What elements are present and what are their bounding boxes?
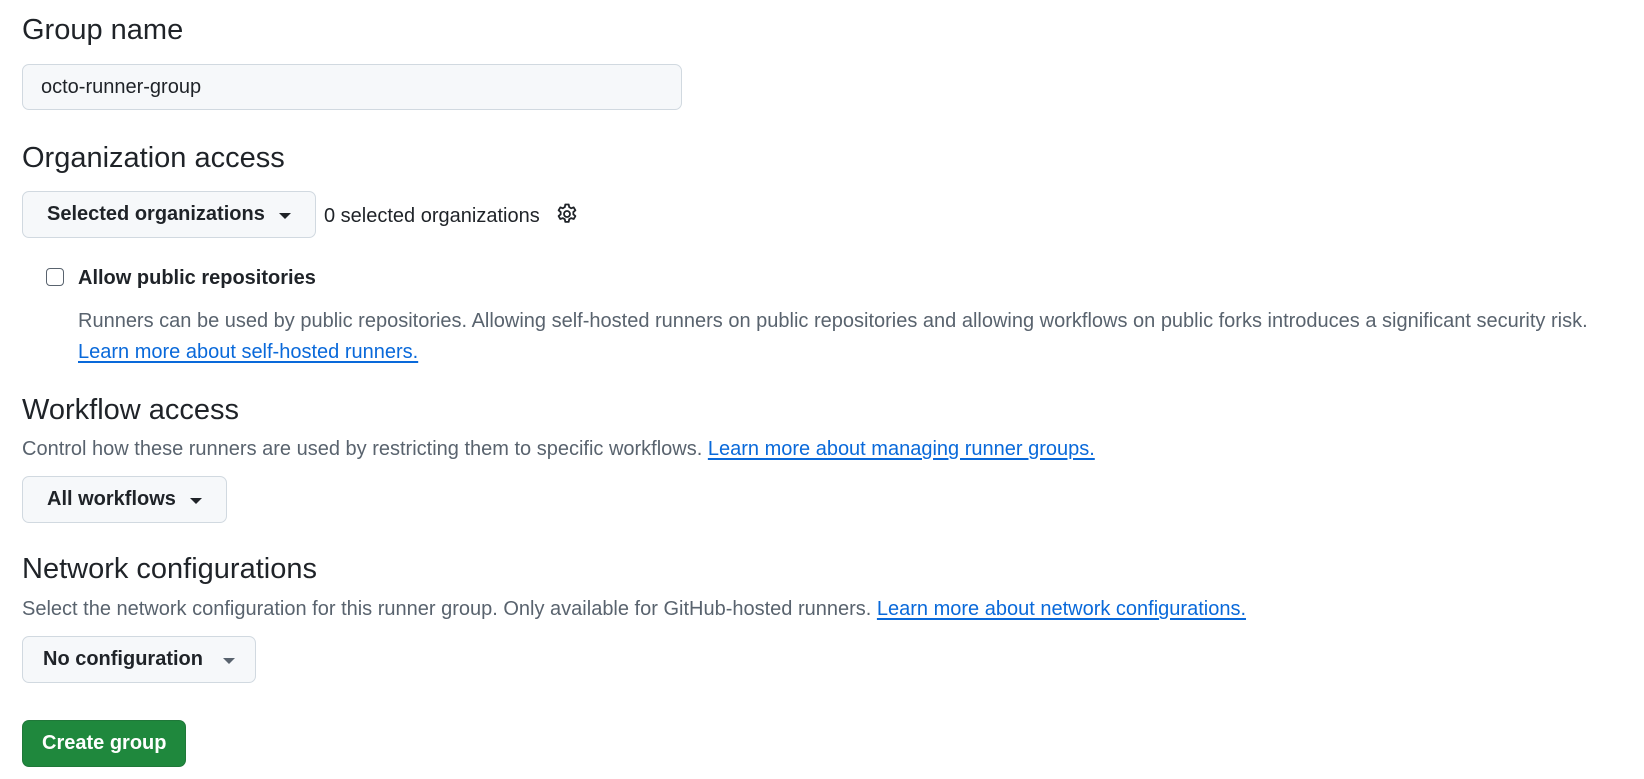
network-configuration-dropdown-label: No configuration xyxy=(43,648,203,670)
workflow-access-dropdown-label: All workflows xyxy=(47,488,176,510)
managing-runner-groups-link[interactable]: Learn more about managing runner groups. xyxy=(708,438,1095,460)
organization-access-dropdown[interactable]: Selected organizations xyxy=(22,191,316,238)
group-name-input[interactable] xyxy=(22,64,682,110)
self-hosted-runners-link[interactable]: Learn more about self-hosted runners. xyxy=(78,341,418,363)
selected-organizations-count: 0 selected organizations xyxy=(324,205,540,227)
workflow-access-heading: Workflow access xyxy=(22,394,240,426)
workflow-access-description-text: Control how these runners are used by re… xyxy=(22,438,703,460)
network-configuration-dropdown[interactable]: No configuration xyxy=(22,636,256,683)
caret-down-icon xyxy=(189,497,202,504)
organization-access-dropdown-label: Selected organizations xyxy=(47,203,265,225)
organization-access-heading: Organization access xyxy=(22,142,285,174)
network-configurations-description: Select the network configuration for thi… xyxy=(22,599,1246,619)
gear-icon[interactable] xyxy=(555,202,579,226)
allow-public-description-text: Runners can be used by public repositori… xyxy=(78,310,1588,332)
workflow-access-description: Control how these runners are used by re… xyxy=(22,439,1095,459)
network-configurations-heading: Network configurations xyxy=(22,553,317,585)
caret-down-icon xyxy=(222,657,235,664)
allow-public-repositories-checkbox[interactable] xyxy=(46,268,64,286)
caret-down-icon xyxy=(278,212,291,219)
create-group-button[interactable]: Create group xyxy=(22,720,187,767)
group-name-heading: Group name xyxy=(22,14,184,46)
workflow-access-dropdown[interactable]: All workflows xyxy=(22,476,227,523)
network-configurations-link[interactable]: Learn more about network configurations. xyxy=(877,598,1246,620)
network-configurations-description-text: Select the network configuration for thi… xyxy=(22,598,872,620)
allow-public-repositories-label[interactable]: Allow public repositories xyxy=(78,268,316,288)
allow-public-repositories-description: Runners can be used by public repositori… xyxy=(78,306,1638,368)
